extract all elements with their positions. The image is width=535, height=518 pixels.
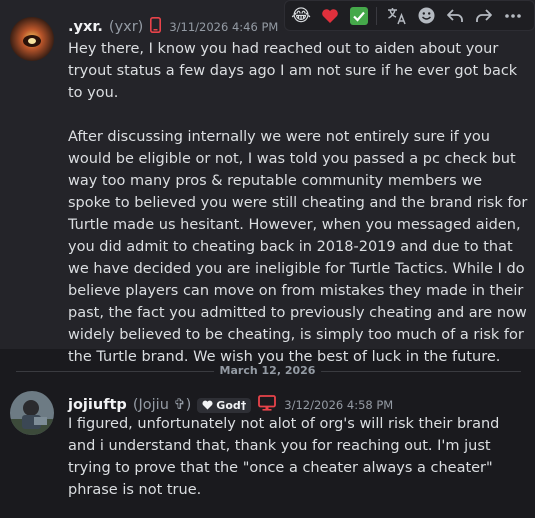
phone-icon xyxy=(150,17,162,37)
message-content: I figured, unfortunately not alot of org… xyxy=(68,416,504,498)
more-icon[interactable] xyxy=(500,3,526,29)
message-toolbar: 😂 xyxy=(284,0,535,31)
message-2[interactable]: jojiuftp (Jojiu ✞) God† 3/12/2026 4:58 P… xyxy=(0,386,535,518)
avatar[interactable] xyxy=(10,391,54,435)
avatar[interactable] xyxy=(10,17,54,61)
role-tag-label: God† xyxy=(216,398,247,412)
message-content: Hey there, I know you had reached out to… xyxy=(68,41,528,365)
username[interactable]: jojiuftp xyxy=(68,397,127,413)
reply-icon[interactable] xyxy=(442,3,468,29)
reaction-joy[interactable]: 😂 xyxy=(288,3,314,29)
username[interactable]: .yxr. xyxy=(68,19,103,35)
message-header: jojiuftp (Jojiu ✞) God† 3/12/2026 4:58 P… xyxy=(68,395,393,415)
monitor-icon xyxy=(258,395,277,415)
nickname: (yxr) xyxy=(108,19,144,35)
heart-icon xyxy=(202,400,213,410)
reaction-heart[interactable] xyxy=(317,3,343,29)
add-reaction-icon[interactable] xyxy=(413,3,439,29)
message-1[interactable]: .yxr. (yxr) 3/11/2026 4:46 PM Hey there,… xyxy=(0,0,535,365)
nickname: (Jojiu ✞) xyxy=(132,397,192,413)
timestamp: 3/11/2026 4:46 PM xyxy=(169,20,279,34)
translate-icon[interactable] xyxy=(384,3,410,29)
reaction-check[interactable] xyxy=(346,3,372,29)
role-tag[interactable]: God† xyxy=(197,397,252,413)
toolbar-separator xyxy=(376,6,377,25)
date-divider: March 12, 2026 xyxy=(213,364,322,377)
forward-icon[interactable] xyxy=(471,3,497,29)
timestamp: 3/12/2026 4:58 PM xyxy=(284,398,394,412)
message-header: .yxr. (yxr) 3/11/2026 4:46 PM xyxy=(68,17,278,37)
